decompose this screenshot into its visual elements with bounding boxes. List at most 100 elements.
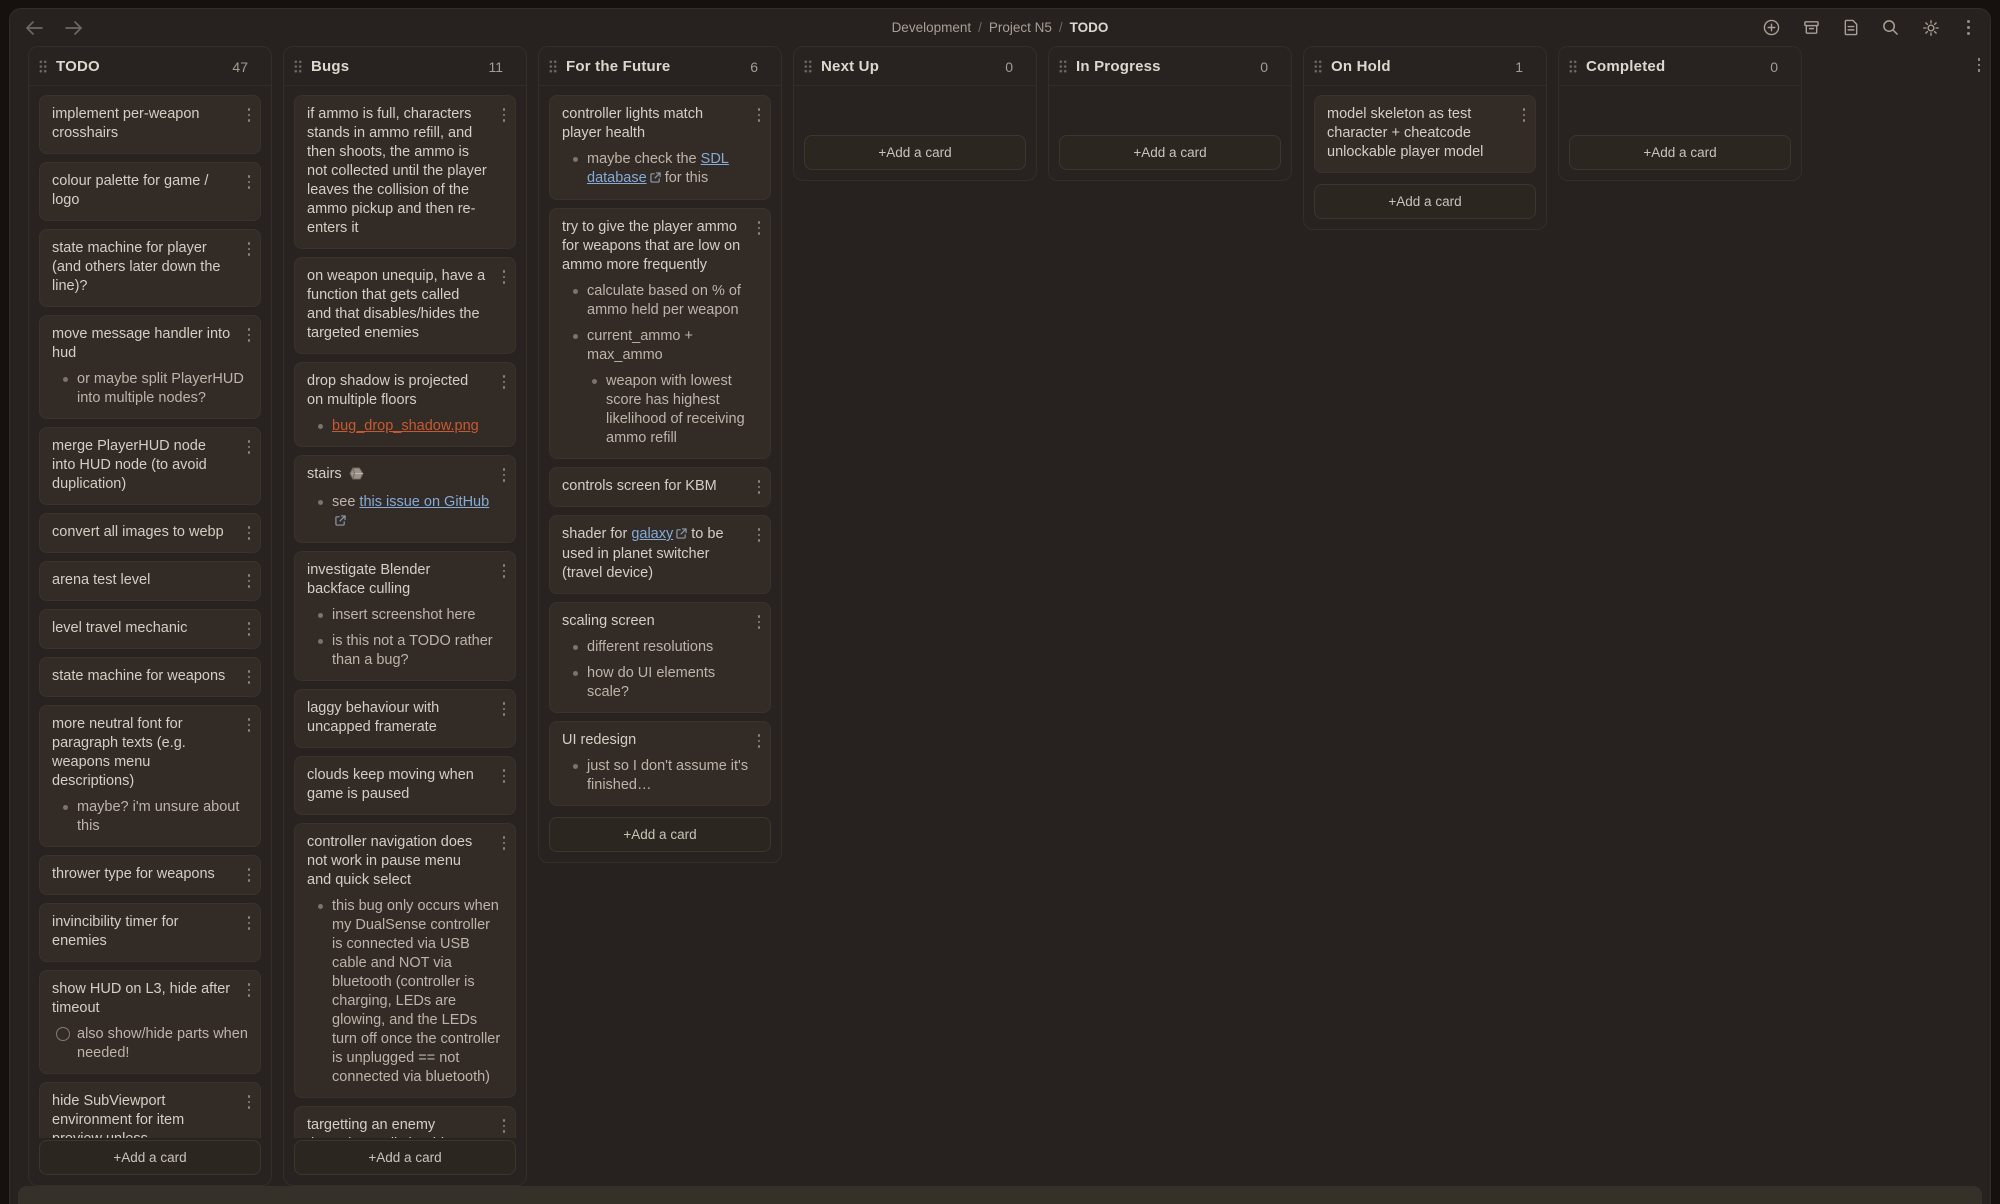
card-menu-button[interactable] [244, 105, 255, 125]
card[interactable]: if ammo is full, characters stands in am… [294, 95, 516, 249]
drag-handle-icon[interactable] [294, 60, 302, 73]
card-menu-button[interactable] [244, 667, 255, 687]
checkbox[interactable] [56, 1027, 70, 1041]
card[interactable]: clouds keep moving when game is paused [294, 756, 516, 815]
card-title: merge PlayerHUD node into HUD node (to a… [52, 437, 248, 494]
card-menu-button[interactable] [244, 715, 255, 735]
drag-handle-icon[interactable] [1059, 60, 1067, 73]
card-menu-button[interactable] [754, 218, 765, 238]
text-segment: more neutral font for paragraph texts (e… [52, 716, 186, 789]
column-menu-button[interactable] [1974, 55, 1985, 75]
card[interactable]: convert all images to webp [39, 513, 261, 553]
add-card-button[interactable]: +Add a card [804, 135, 1026, 170]
card-menu-button[interactable] [499, 465, 510, 485]
drag-handle-icon[interactable] [39, 60, 47, 73]
card-menu-button[interactable] [499, 561, 510, 581]
card-menu-button[interactable] [754, 477, 765, 497]
card-menu-button[interactable] [244, 619, 255, 639]
horizontal-scrollbar[interactable] [18, 1186, 1982, 1204]
card-menu-button[interactable] [499, 766, 510, 786]
add-card-button[interactable]: +Add a card [1314, 184, 1536, 219]
breadcrumb-item[interactable]: TODO [1070, 20, 1109, 35]
card[interactable]: controller lights match player healthmay… [549, 95, 771, 200]
card[interactable]: controller navigation does not work in p… [294, 823, 516, 1098]
back-arrow-icon[interactable] [26, 21, 43, 35]
card-title: state machine for player (and others lat… [52, 239, 248, 296]
card-menu-button[interactable] [754, 731, 765, 751]
card-menu-button[interactable] [244, 172, 255, 192]
card-menu-button[interactable] [244, 325, 255, 345]
card[interactable]: controls screen for KBM [549, 467, 771, 507]
card[interactable]: arena test level [39, 561, 261, 601]
card[interactable]: state machine for player (and others lat… [39, 229, 261, 307]
card[interactable]: implement per-weapon crosshairs [39, 95, 261, 154]
card-menu-button[interactable] [244, 571, 255, 591]
card[interactable]: invincibility timer for enemies [39, 903, 261, 962]
forward-arrow-icon[interactable] [65, 21, 82, 35]
card-menu-button[interactable] [244, 913, 255, 933]
add-icon[interactable] [1763, 19, 1780, 36]
add-card-button[interactable]: +Add a card [1059, 135, 1281, 170]
card[interactable]: on weapon unequip, have a function that … [294, 257, 516, 354]
card[interactable]: thrower type for weapons [39, 855, 261, 895]
card[interactable]: try to give the player ammo for weapons … [549, 208, 771, 459]
card[interactable]: investigate Blender backface cullinginse… [294, 551, 516, 681]
breadcrumb-item[interactable]: Development [892, 20, 972, 35]
text-segment: controller navigation does not work in p… [307, 834, 472, 888]
card[interactable]: laggy behaviour with uncapped framerate [294, 689, 516, 748]
card[interactable]: model skeleton as test character + cheat… [1314, 95, 1536, 173]
search-icon[interactable] [1882, 19, 1899, 36]
card-menu-button[interactable] [244, 1092, 255, 1112]
archive-icon[interactable] [1803, 19, 1820, 36]
card-sub-item: insert screenshot here [307, 606, 503, 625]
card[interactable]: level travel mechanic [39, 609, 261, 649]
bullet-icon [573, 157, 578, 162]
document-icon[interactable] [1843, 19, 1859, 36]
card-menu-button[interactable] [244, 239, 255, 259]
link[interactable]: galaxy [631, 526, 673, 542]
card[interactable]: UI redesignjust so I don't assume it's f… [549, 721, 771, 806]
card-menu-button[interactable] [754, 105, 765, 125]
add-card-button[interactable]: +Add a card [1569, 135, 1791, 170]
drag-handle-icon[interactable] [804, 60, 812, 73]
link[interactable]: bug_drop_shadow.png [332, 418, 479, 434]
add-card-button[interactable]: +Add a card [294, 1140, 516, 1175]
card-menu-button[interactable] [499, 372, 510, 392]
text-segment: state machine for weapons [52, 668, 225, 684]
card-menu-button[interactable] [499, 833, 510, 853]
card[interactable]: scaling screendifferent resolutionshow d… [549, 602, 771, 713]
card[interactable]: show HUD on L3, hide after timeoutalso s… [39, 970, 261, 1074]
card[interactable]: merge PlayerHUD node into HUD node (to a… [39, 427, 261, 505]
card[interactable]: state machine for weapons [39, 657, 261, 697]
card-menu-button[interactable] [499, 105, 510, 125]
card-menu-button[interactable] [754, 612, 765, 632]
card[interactable]: drop shadow is projected on multiple flo… [294, 362, 516, 447]
card-menu-button[interactable] [754, 525, 765, 545]
card[interactable]: move message handler into hudor maybe sp… [39, 315, 261, 419]
card-menu-button[interactable] [499, 267, 510, 287]
card[interactable]: colour palette for game / logo [39, 162, 261, 221]
card-menu-button[interactable] [244, 523, 255, 543]
card-menu-button[interactable] [244, 437, 255, 457]
card[interactable]: targetting an enemy through a wall shoul… [294, 1106, 516, 1138]
card-menu-button[interactable] [499, 1116, 510, 1136]
card-menu-button[interactable] [1519, 105, 1530, 125]
add-card-button[interactable]: +Add a card [549, 817, 771, 852]
card-menu-button[interactable] [244, 980, 255, 1000]
add-card-button[interactable]: +Add a card [39, 1140, 261, 1175]
drag-handle-icon[interactable] [1569, 60, 1577, 73]
more-icon[interactable] [1963, 17, 1974, 38]
card-menu-button[interactable] [244, 865, 255, 885]
bullet-icon [573, 334, 578, 339]
drag-handle-icon[interactable] [549, 60, 557, 73]
card[interactable]: stairs see this issue on GitHub [294, 455, 516, 543]
card[interactable]: more neutral font for paragraph texts (e… [39, 705, 261, 847]
card[interactable]: shader for galaxy to be used in planet s… [549, 515, 771, 594]
card-menu-button[interactable] [499, 699, 510, 719]
breadcrumb-item[interactable]: Project N5 [989, 20, 1052, 35]
settings-icon[interactable] [1922, 19, 1940, 37]
link[interactable]: this issue on GitHub [359, 494, 489, 510]
card[interactable]: hide SubViewport environment for item pr… [39, 1082, 261, 1138]
column-completed: Completed0+Add a card [1558, 46, 1802, 181]
drag-handle-icon[interactable] [1314, 60, 1322, 73]
